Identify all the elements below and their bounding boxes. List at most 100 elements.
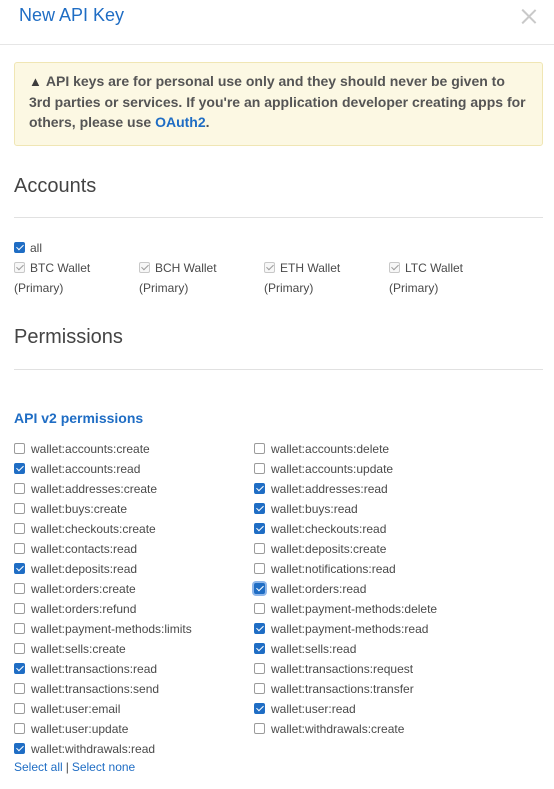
permission-checkbox[interactable] [254,723,265,735]
permission-item[interactable]: wallet:orders:create [14,579,136,599]
account-all-label: all [30,241,43,255]
permission-checkbox[interactable] [14,523,25,535]
permission-checkbox[interactable] [14,643,25,655]
account-checkbox[interactable] [389,262,400,274]
select-all-link[interactable]: Select all [14,760,63,774]
permission-checkbox[interactable] [14,443,25,455]
permission-item[interactable]: wallet:accounts:update [254,459,393,479]
permission-item[interactable]: wallet:buys:read [254,499,358,519]
permission-item[interactable]: wallet:transactions:request [254,659,413,679]
account-2[interactable]: ETH Wallet (Primary) [264,258,340,298]
permission-label: wallet:user:email [31,702,121,716]
permission-checkbox[interactable] [254,703,265,715]
permission-item[interactable]: wallet:payment-methods:read [254,619,428,639]
permission-checkbox[interactable] [254,683,265,695]
permission-checkbox[interactable] [14,543,25,555]
permission-label: wallet:checkouts:create [31,522,156,536]
permission-checkbox[interactable] [14,663,25,675]
permission-item[interactable]: wallet:transactions:read [14,659,157,679]
permission-checkbox[interactable] [14,683,25,695]
account-1[interactable]: BCH Wallet (Primary) [139,258,217,298]
permission-checkbox[interactable] [14,703,25,715]
permission-item[interactable]: wallet:addresses:create [14,479,157,499]
permission-label: wallet:transactions:read [31,662,158,676]
permission-item[interactable]: wallet:addresses:read [254,479,388,499]
permission-item[interactable]: wallet:withdrawals:read [14,739,155,759]
permission-item[interactable]: wallet:user:read [254,699,356,719]
account-all[interactable]: all [14,238,42,258]
permission-checkbox[interactable] [254,483,265,495]
permission-checkbox[interactable] [254,623,265,635]
permission-label: wallet:withdrawals:create [271,722,405,736]
permission-checkbox[interactable] [14,623,25,635]
permission-item[interactable]: wallet:contacts:read [14,539,137,559]
account-sub: (Primary) [389,281,439,295]
permission-checkbox[interactable] [14,503,25,515]
permission-checkbox[interactable] [254,443,265,455]
permission-item[interactable]: wallet:sells:create [14,639,126,659]
permission-label: wallet:contacts:read [31,542,138,556]
permission-label: wallet:checkouts:read [271,522,387,536]
permission-item[interactable]: wallet:buys:create [14,499,127,519]
permission-checkbox[interactable] [254,583,265,595]
permission-item[interactable]: wallet:user:update [14,719,128,739]
modal-header: New API Key [0,0,554,45]
permission-checkbox[interactable] [254,603,265,615]
accounts-divider [14,217,543,218]
select-none-link[interactable]: Select none [72,760,135,774]
select-links: Select all | Select none [14,760,135,774]
permission-checkbox[interactable] [254,543,265,555]
permission-label: wallet:orders:create [31,582,136,596]
permission-item[interactable]: wallet:withdrawals:create [254,719,404,739]
account-checkbox[interactable] [14,262,25,274]
account-3[interactable]: LTC Wallet (Primary) [389,258,463,298]
account-sub: (Primary) [264,281,314,295]
permission-checkbox[interactable] [254,563,265,575]
permission-item[interactable]: wallet:accounts:read [14,459,140,479]
permission-label: wallet:transactions:send [31,682,160,696]
permission-item[interactable]: wallet:checkouts:create [14,519,156,539]
permission-item[interactable]: wallet:deposits:read [14,559,137,579]
permission-item[interactable]: wallet:notifications:read [254,559,396,579]
permission-item[interactable]: wallet:orders:refund [14,599,136,619]
permission-item[interactable]: wallet:accounts:delete [254,439,389,459]
permission-checkbox[interactable] [254,503,265,515]
permission-checkbox[interactable] [254,523,265,535]
account-0[interactable]: BTC Wallet (Primary) [14,258,90,298]
account-name: BTC Wallet [30,261,91,275]
permission-checkbox[interactable] [254,463,265,475]
warning-text: API keys are for personal use only and t… [29,73,526,130]
permission-item[interactable]: wallet:accounts:create [14,439,150,459]
permission-item[interactable]: wallet:user:email [14,699,120,719]
account-checkbox[interactable] [264,262,275,274]
accounts-heading: Accounts [14,175,97,197]
permission-item[interactable]: wallet:payment-methods:limits [14,619,192,639]
permission-checkbox[interactable] [14,563,25,575]
permission-item[interactable]: wallet:deposits:create [254,539,386,559]
permission-checkbox[interactable] [14,743,25,755]
permission-item[interactable]: wallet:transactions:transfer [254,679,414,699]
permission-checkbox[interactable] [14,583,25,595]
oauth2-link[interactable]: OAuth2 [155,114,206,130]
close-icon[interactable] [518,6,540,28]
permission-checkbox[interactable] [254,643,265,655]
permission-checkbox[interactable] [14,463,25,475]
permission-checkbox[interactable] [14,603,25,615]
permission-checkbox[interactable] [14,723,25,735]
permission-checkbox[interactable] [254,663,265,675]
permission-checkbox[interactable] [14,483,25,495]
permission-item[interactable]: wallet:checkouts:read [254,519,386,539]
account-all-checkbox[interactable] [14,242,25,254]
account-checkbox[interactable] [139,262,150,274]
permission-item[interactable]: wallet:orders:read [254,579,366,599]
permission-label: wallet:payment-methods:limits [31,622,192,636]
permission-label: wallet:user:read [271,702,356,716]
account-sub: (Primary) [139,281,189,295]
permissions-divider [14,369,543,370]
permission-item[interactable]: wallet:transactions:send [14,679,159,699]
permission-label: wallet:orders:refund [31,602,137,616]
permission-item[interactable]: wallet:sells:read [254,639,356,659]
account-name: LTC Wallet [405,261,464,275]
permission-item[interactable]: wallet:payment-methods:delete [254,599,437,619]
permission-label: wallet:accounts:delete [271,442,390,456]
